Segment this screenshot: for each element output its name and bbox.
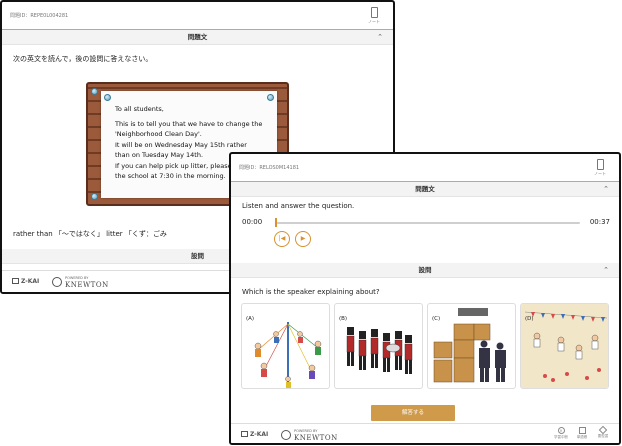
note-button[interactable]: ノート <box>367 7 381 25</box>
zkai-mark-icon <box>241 431 248 437</box>
question-text: Which is the speaker explaining about? <box>242 288 380 296</box>
question-id: 問題ID：RELOS0M14181 <box>239 165 300 171</box>
pin-icon <box>91 88 98 95</box>
notice-line: 'Neighborhood Clean Day'. <box>115 130 202 138</box>
powered-by-label: POWERED BY <box>294 429 318 433</box>
choice-d-card[interactable]: (D) <box>520 303 609 389</box>
knewton-icon <box>281 430 291 440</box>
book-icon <box>578 427 586 434</box>
zkai-logo: Z-KAI <box>241 431 268 438</box>
passage-section-header[interactable]: 問題文 ⌃ <box>2 30 393 45</box>
footer: Z-KAI POWERED BY KNEWTON × 学習中断 単語帳 要復習 <box>231 423 619 443</box>
chevron-up-icon[interactable]: ⌃ <box>377 30 383 45</box>
chevron-up-icon[interactable]: ⌃ <box>603 182 609 197</box>
question-id: 問題ID：REPE0L004281 <box>10 13 69 19</box>
maypole-dance-illustration <box>254 322 322 388</box>
knewton-wordmark: KNEWTON <box>294 434 338 442</box>
audio-seek-track[interactable] <box>276 222 580 224</box>
pin-icon <box>267 94 274 101</box>
note-label: ノート <box>594 171 606 176</box>
note-button[interactable]: ノート <box>593 159 607 177</box>
instruction-text: 次の英文を読んで，後の設問に答えなさい。 <box>13 55 153 63</box>
close-circle-icon: × <box>557 427 565 434</box>
powered-by-label: POWERED BY <box>65 276 89 280</box>
submit-answer-button[interactable]: 解答する <box>371 405 455 421</box>
passage-header-label: 問題文 <box>415 185 435 193</box>
choice-letter: (D) <box>525 316 534 322</box>
zkai-logo: Z-KAI <box>12 278 39 285</box>
vocabulary-note: rather than 「～ではなく」 litter 「くず：ごみ <box>13 230 167 238</box>
pause-study-button[interactable]: × 学習中断 <box>551 427 571 440</box>
knewton-wordmark: KNEWTON <box>65 281 109 289</box>
notebook-icon <box>596 159 604 170</box>
pin-icon <box>91 193 98 200</box>
question-header-label: 設問 <box>418 266 432 274</box>
note-label: ノート <box>368 19 380 24</box>
play-icon: ▶ <box>300 235 306 242</box>
marching-band-illustration <box>346 327 413 374</box>
choice-c-card[interactable]: (C) <box>427 303 516 389</box>
choice-letter: (A) <box>246 316 255 322</box>
top-bar: 問題ID：REPE0L004281 ノート <box>2 2 393 30</box>
audio-player: 00:00 00:37 <box>242 217 610 229</box>
skip-back-icon: |◀ <box>278 235 286 242</box>
knewton-icon <box>52 277 62 287</box>
audio-seek-thumb[interactable] <box>275 218 277 227</box>
notice-line: It will be on Wednesday May 15th rather <box>115 140 247 149</box>
top-bar: 問題ID：RELOS0M14181 ノート <box>231 154 619 182</box>
question-header-label: 設問 <box>191 252 204 260</box>
passage-section-header[interactable]: 問題文 ⌃ <box>231 182 619 197</box>
pin-icon <box>104 94 111 101</box>
instruction-text: Listen and answer the question. <box>242 202 355 210</box>
choice-b-card[interactable]: (B) <box>334 303 423 389</box>
wordbook-button[interactable]: 単語帳 <box>572 427 592 440</box>
audio-current-time: 00:00 <box>242 218 263 226</box>
wordbook-label: 単語帳 <box>576 435 588 439</box>
choice-letter: (C) <box>432 316 441 322</box>
listening-question-screen: 問題ID：RELOS0M14181 ノート 問題文 ⌃ Listen and a… <box>229 152 621 445</box>
question-section-header[interactable]: 設問 ⌃ <box>231 263 619 278</box>
review-tag-button[interactable]: 要復習 <box>593 425 613 439</box>
choice-letter: (B) <box>339 316 348 322</box>
review-tag-label: 要復習 <box>597 434 609 438</box>
notebook-icon <box>370 7 378 18</box>
notice-line: This is to tell you that we have to chan… <box>115 119 263 128</box>
moving-crates-illustration <box>433 308 506 383</box>
zkai-mark-icon <box>12 278 19 284</box>
tag-icon <box>598 425 608 435</box>
pause-study-label: 学習中断 <box>554 435 568 439</box>
rewind-button[interactable]: |◀ <box>274 231 290 247</box>
chevron-up-icon[interactable]: ⌃ <box>603 263 609 278</box>
sports-day-illustration <box>521 304 608 388</box>
audio-total-time: 00:37 <box>589 218 610 226</box>
choice-a-card[interactable]: (A) <box>241 303 330 389</box>
notice-line: To all students, <box>115 105 164 113</box>
play-button[interactable]: ▶ <box>295 231 311 247</box>
passage-header-label: 問題文 <box>187 33 208 41</box>
